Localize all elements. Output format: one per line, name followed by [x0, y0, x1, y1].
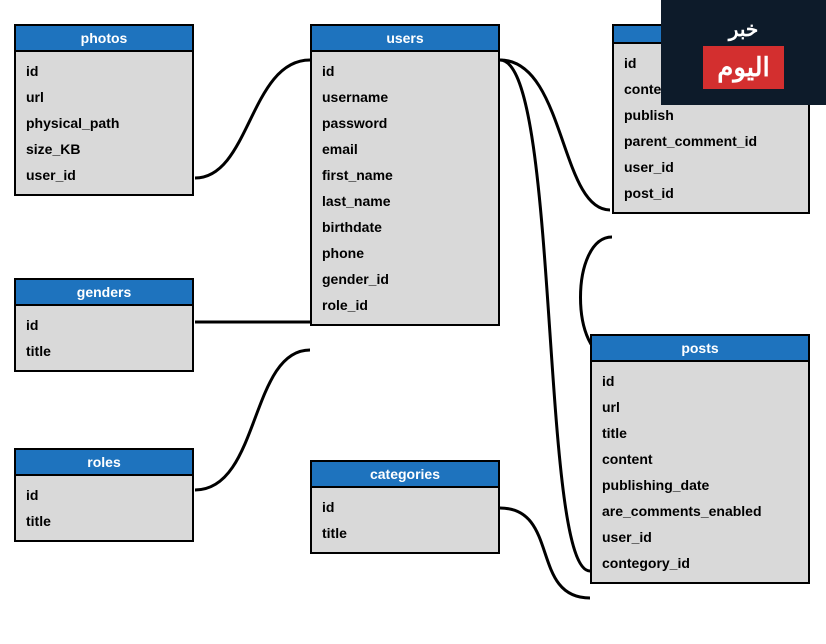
- field: id: [26, 58, 182, 84]
- table-photos: photos id url physical_path size_KB user…: [14, 24, 194, 196]
- field: phone: [322, 240, 488, 266]
- field: user_id: [26, 162, 182, 188]
- field: parent_comment_id: [624, 128, 798, 154]
- field: user_id: [624, 154, 798, 180]
- field: role_id: [322, 292, 488, 318]
- table-users-header: users: [312, 26, 498, 52]
- field: last_name: [322, 188, 488, 214]
- table-categories: categories id title: [310, 460, 500, 554]
- field: are_comments_enabled: [602, 498, 798, 524]
- field: url: [602, 394, 798, 420]
- field: physical_path: [26, 110, 182, 136]
- field: id: [26, 482, 182, 508]
- field: id: [322, 58, 488, 84]
- table-genders: genders id title: [14, 278, 194, 372]
- field: id: [26, 312, 182, 338]
- field: password: [322, 110, 488, 136]
- field: gender_id: [322, 266, 488, 292]
- table-roles-header: roles: [16, 450, 192, 476]
- table-posts: posts id url title content publishing_da…: [590, 334, 810, 584]
- logo-text-top: خبر: [729, 17, 758, 42]
- field: publish: [624, 102, 798, 128]
- field: title: [26, 338, 182, 364]
- field: title: [322, 520, 488, 546]
- field: id: [322, 494, 488, 520]
- field: contegory_id: [602, 550, 798, 576]
- table-categories-header: categories: [312, 462, 498, 488]
- field: title: [26, 508, 182, 534]
- field: post_id: [624, 180, 798, 206]
- field: user_id: [602, 524, 798, 550]
- logo-text-bottom: اليوم: [703, 46, 784, 89]
- field: username: [322, 84, 488, 110]
- field: birthdate: [322, 214, 488, 240]
- table-photos-header: photos: [16, 26, 192, 52]
- field: content: [602, 446, 798, 472]
- field: title: [602, 420, 798, 446]
- field: url: [26, 84, 182, 110]
- field: publishing_date: [602, 472, 798, 498]
- table-roles: roles id title: [14, 448, 194, 542]
- field: size_KB: [26, 136, 182, 162]
- field: first_name: [322, 162, 488, 188]
- field: id: [602, 368, 798, 394]
- logo-overlay: خبر اليوم: [661, 0, 826, 105]
- field: email: [322, 136, 488, 162]
- table-users: users id username password email first_n…: [310, 24, 500, 326]
- table-genders-header: genders: [16, 280, 192, 306]
- table-posts-header: posts: [592, 336, 808, 362]
